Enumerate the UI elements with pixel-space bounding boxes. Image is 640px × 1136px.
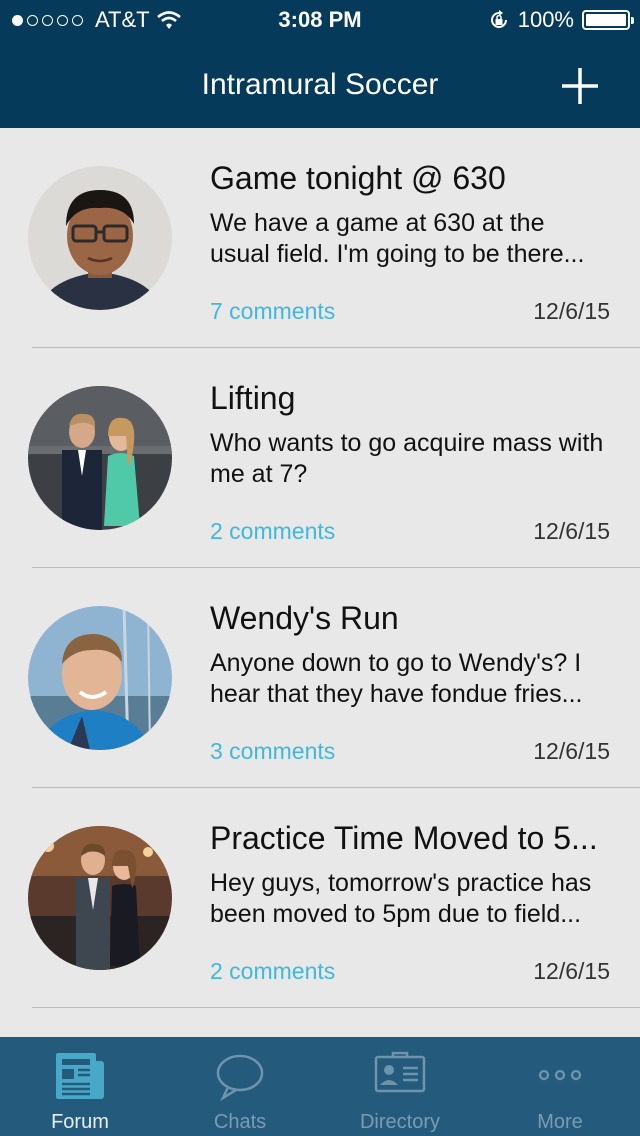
page-title: Intramural Soccer [201,68,439,101]
avatar [28,826,172,970]
forum-post[interactable]: Practice Time Moved to 5... Hey guys, to… [0,788,640,1008]
more-dots-icon [538,1069,582,1081]
navigation-bar: AT&T 3:08 PM 100% Intramural Soccer [0,0,640,128]
post-date: 12/6/15 [533,298,610,324]
add-post-button[interactable] [558,64,602,108]
post-title: Wendy's Run [210,600,399,636]
post-title: Practice Time Moved to 5... [210,820,598,856]
status-right: 100% [488,7,634,33]
post-preview: We have a game at 630 at the usual field… [210,209,585,268]
contact-card-icon [374,1051,426,1093]
post-preview: Who wants to go acquire mass with me at … [210,429,604,488]
status-bar: AT&T 3:08 PM 100% [0,0,640,40]
comments-link[interactable]: 2 comments [210,958,335,985]
tab-more[interactable]: More [480,1037,640,1136]
chat-bubble-icon [216,1054,264,1101]
tab-forum[interactable]: Forum [0,1037,160,1136]
rotation-lock-icon [490,10,507,28]
avatar [28,606,172,750]
divider [32,1007,640,1008]
forum-post[interactable]: Wendy's Run Anyone down to go to Wendy's… [0,568,640,788]
battery-percent: 100% [517,7,574,32]
post-preview: Hey guys, tomorrow's practice has been m… [210,869,592,928]
forum-post-list: Game tonight @ 630 We have a game at 630… [0,128,640,1008]
tab-label: Chats [213,1111,267,1133]
post-title: Lifting [210,380,296,416]
newspaper-icon [56,1053,104,1099]
tab-label: Forum [51,1111,109,1133]
post-date: 12/6/15 [533,958,610,984]
battery-icon [582,10,634,30]
forum-post[interactable]: Lifting Who wants to go acquire mass wit… [0,348,640,568]
avatar [28,386,172,530]
plus-icon [562,68,598,104]
post-title: Game tonight @ 630 [210,160,506,196]
post-preview: Anyone down to go to Wendy's? I hear tha… [210,649,583,708]
comments-link[interactable]: 7 comments [210,298,335,325]
tab-label: More [537,1111,583,1133]
tab-label: Directory [359,1111,440,1133]
comments-link[interactable]: 3 comments [210,738,335,765]
tab-chats[interactable]: Chats [160,1037,320,1136]
avatar [28,166,172,310]
forum-post[interactable]: Game tonight @ 630 We have a game at 630… [0,128,640,348]
post-date: 12/6/15 [533,518,610,544]
post-date: 12/6/15 [533,738,610,764]
comments-link[interactable]: 2 comments [210,518,335,545]
tab-directory[interactable]: Directory [320,1037,480,1136]
tab-bar: Forum Chats Directory More [0,1037,640,1136]
